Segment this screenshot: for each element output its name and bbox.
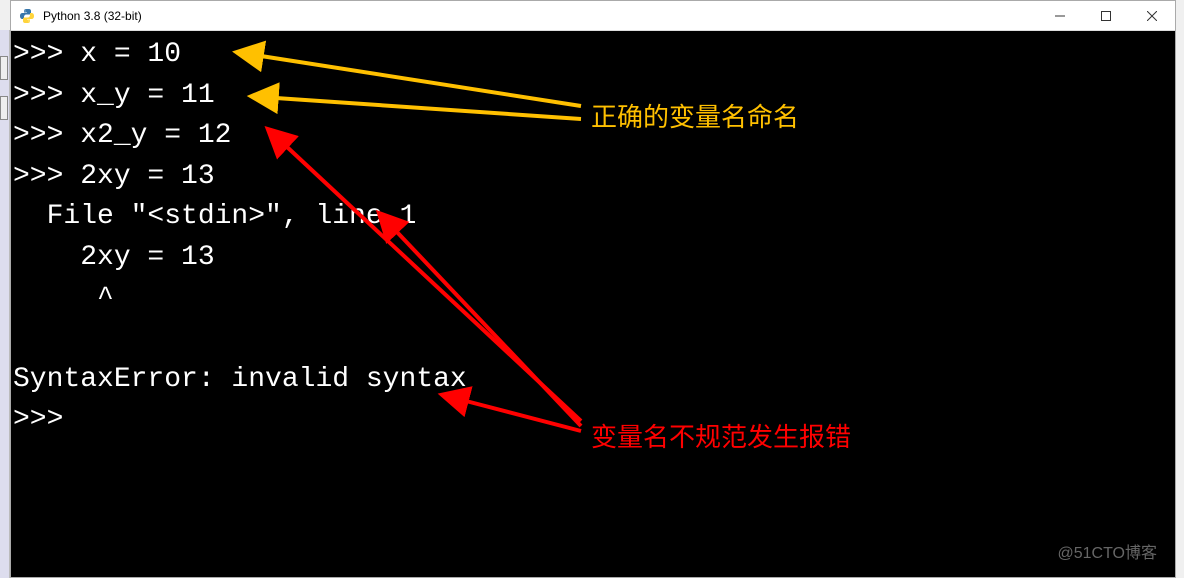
terminal-line: >>> 2xy = 13 xyxy=(13,157,1173,198)
window-title: Python 3.8 (32-bit) xyxy=(43,9,1037,23)
window-controls xyxy=(1037,1,1175,30)
left-gutter-box xyxy=(0,56,8,80)
minimize-button[interactable] xyxy=(1037,1,1083,30)
titlebar: Python 3.8 (32-bit) xyxy=(11,1,1175,31)
terminal-line: >>> x = 10 xyxy=(13,35,1173,76)
maximize-button[interactable] xyxy=(1083,1,1129,30)
terminal-line: ^ xyxy=(13,279,1173,320)
terminal-line: SyntaxError: invalid syntax xyxy=(13,360,1173,401)
terminal-line: 2xy = 13 xyxy=(13,238,1173,279)
terminal-line: File "<stdin>", line 1 xyxy=(13,197,1173,238)
annotation-error-naming: 变量名不规范发生报错 xyxy=(591,419,851,457)
app-window: Python 3.8 (32-bit) >>> x = 10 >>> x_y =… xyxy=(10,0,1176,578)
annotation-correct-naming: 正确的变量名命名 xyxy=(591,99,799,137)
close-button[interactable] xyxy=(1129,1,1175,30)
python-icon xyxy=(19,8,35,24)
terminal-line xyxy=(13,319,1173,360)
watermark: @51CTO博客 xyxy=(1057,542,1157,565)
left-gutter-box xyxy=(0,96,8,120)
terminal-area[interactable]: >>> x = 10 >>> x_y = 11 >>> x2_y = 12 >>… xyxy=(11,31,1175,577)
